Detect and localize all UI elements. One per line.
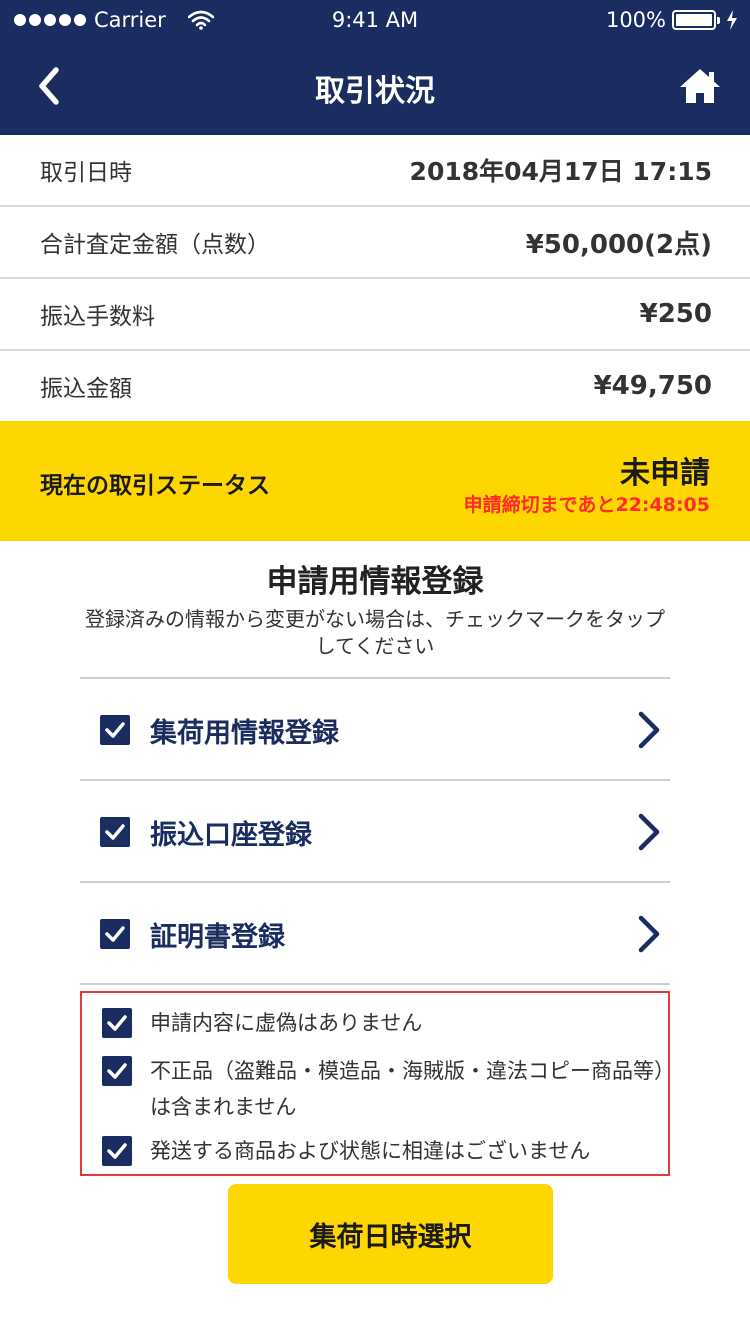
info-value: ¥250 (639, 299, 712, 329)
page-title: 取引状況 (315, 74, 435, 109)
check-icon (107, 1015, 127, 1031)
status-bar: Carrier 9:41 AM 100% (0, 0, 750, 40)
registration-item-label: 振込口座登録 (150, 820, 312, 851)
agreement-text: 発送する商品および状態に相違はございません (150, 1139, 591, 1163)
info-label: 振込金額 (40, 376, 132, 402)
check-icon (107, 1063, 127, 1079)
agreement-text: 不正品（盗難品・模造品・海賊版・違法コピー商品等）は含まれません (150, 1059, 665, 1119)
info-label: 合計査定金額（点数） (40, 232, 270, 258)
chevron-right-icon (638, 813, 660, 851)
checkbox[interactable] (102, 1136, 132, 1166)
check-icon (107, 1143, 127, 1159)
check-icon (105, 722, 125, 738)
registration-item-pickup-info[interactable]: 集荷用情報登録 (80, 677, 670, 779)
checkbox[interactable] (100, 919, 130, 949)
agreement-text: 申請内容に虚偽はありません (150, 1011, 423, 1035)
info-row-transaction-date: 取引日時 2018年04月17日 17:15 (0, 135, 750, 207)
registration-item-certificate[interactable]: 証明書登録 (80, 881, 670, 983)
info-value: ¥50,000(2点) (525, 229, 712, 260)
agreement-box: 申請内容に虚偽はありません 不正品（盗難品・模造品・海賊版・違法コピー商品等）は… (80, 991, 670, 1176)
checkbox[interactable] (100, 715, 130, 745)
battery-percentage: 100% (605, 8, 666, 32)
checkbox[interactable] (102, 1056, 132, 1086)
section-title: 申請用情報登録 (266, 564, 484, 600)
info-row-assessment-total: 合計査定金額（点数） ¥50,000(2点) (0, 207, 750, 279)
home-icon (680, 69, 720, 103)
section-description: 登録済みの情報から変更がない場合は、チェックマークをタップしてください (85, 607, 665, 658)
checkbox[interactable] (100, 817, 130, 847)
registration-item-label: 証明書登録 (150, 922, 285, 953)
divider (80, 983, 670, 985)
chevron-right-icon (638, 915, 660, 953)
app-header: Carrier 9:41 AM 100% 取引状況 (0, 0, 750, 135)
chevron-right-icon (638, 711, 660, 749)
status-value: 未申請 (620, 456, 710, 491)
checkbox[interactable] (102, 1008, 132, 1038)
info-label: 取引日時 (40, 160, 132, 186)
charging-bolt-icon (727, 10, 737, 30)
info-value: 2018年04月17日 17:15 (409, 157, 712, 186)
home-button[interactable] (678, 66, 722, 106)
info-label: 振込手数料 (40, 304, 155, 330)
registration-item-bank-account[interactable]: 振込口座登録 (80, 779, 670, 881)
check-icon (105, 926, 125, 942)
battery-icon (672, 10, 720, 30)
select-pickup-datetime-button[interactable]: 集荷日時選択 (228, 1184, 553, 1284)
info-row-transfer-fee: 振込手数料 ¥250 (0, 279, 750, 351)
deadline-countdown: 申請締切まであと22:48:05 (463, 494, 710, 516)
status-label: 現在の取引ステータス (40, 473, 270, 499)
check-icon (105, 824, 125, 840)
registration-item-label: 集荷用情報登録 (150, 718, 339, 749)
info-row-transfer-amount: 振込金額 ¥49,750 (0, 351, 750, 421)
status-bar-right: 100% (606, 8, 738, 32)
info-value: ¥49,750 (593, 371, 712, 401)
